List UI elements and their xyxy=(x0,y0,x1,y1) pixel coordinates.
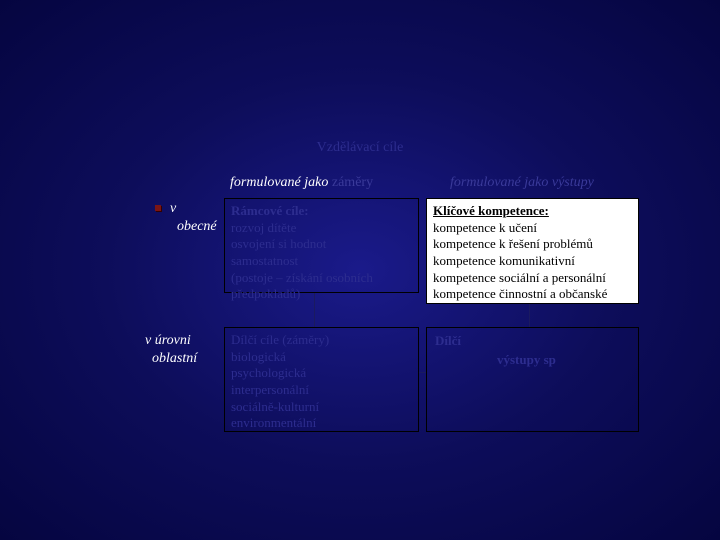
box-c-l3: interpersonální xyxy=(231,382,412,399)
box-c-l1: biologická xyxy=(231,349,412,366)
box-dilci-vystupy: Dílčí výstupy sp xyxy=(426,327,639,432)
row2-line1: v úrovni xyxy=(145,333,191,348)
row2-label: v úrovni oblastní xyxy=(145,332,197,367)
box-d-frag2: výstupy sp xyxy=(497,352,556,369)
row1-line2: obecné xyxy=(177,219,217,234)
row1-prefix: v xyxy=(170,201,176,216)
box-d-frag1: Dílčí xyxy=(435,333,461,350)
box-b-l3: kompetence komunikativní xyxy=(433,253,632,270)
header-left-dim: záměry xyxy=(328,175,373,190)
box-a-title: Rámcové cíle: xyxy=(231,203,412,220)
box-a-l4: (postoje – získání osobních předpokladů) xyxy=(231,270,412,303)
box-c-title: Dílčí cíle (záměry) xyxy=(231,332,412,349)
box-ramcove-cile: Rámcové cíle: rozvoj dítěte osvojení si … xyxy=(224,198,419,293)
bullet-icon xyxy=(155,205,161,211)
box-a-l1: rozvoj dítěte xyxy=(231,220,412,237)
box-b-l2: kompetence k řešení problémů xyxy=(433,236,632,253)
box-b-l4: kompetence sociální a personální xyxy=(433,270,632,287)
box-b-title: Klíčové kompetence: xyxy=(433,203,632,220)
box-c-l4: sociálně-kulturní xyxy=(231,399,412,416)
box-c-l2: psychologická xyxy=(231,365,412,382)
box-b-l1: kompetence k učení xyxy=(433,220,632,237)
connector-c-to-d xyxy=(419,372,426,373)
header-left-italic: formulované jako xyxy=(230,175,328,190)
box-b-l5: kompetence činnostní a občanské xyxy=(433,286,632,303)
slide-root: Vzdělávací cíle formulované jako záměry … xyxy=(0,0,720,540)
box-c-l5: environmentální xyxy=(231,415,412,432)
connector-b-to-d xyxy=(529,304,530,327)
header-right: formulované jako výstupy xyxy=(450,175,594,191)
header-left: formulované jako záměry xyxy=(230,175,373,191)
row1-label: v obecné xyxy=(170,200,217,235)
row2-line2: oblastní xyxy=(152,351,197,366)
connector-a-to-c xyxy=(314,293,315,327)
diagram-subtitle: Vzdělávací cíle xyxy=(0,140,720,156)
box-klicove-kompetence: Klíčové kompetence: kompetence k učení k… xyxy=(426,198,639,304)
box-a-l3: samostatnost xyxy=(231,253,412,270)
box-dilci-cile: Dílčí cíle (záměry) biologická psycholog… xyxy=(224,327,419,432)
box-a-l2: osvojení si hodnot xyxy=(231,236,412,253)
